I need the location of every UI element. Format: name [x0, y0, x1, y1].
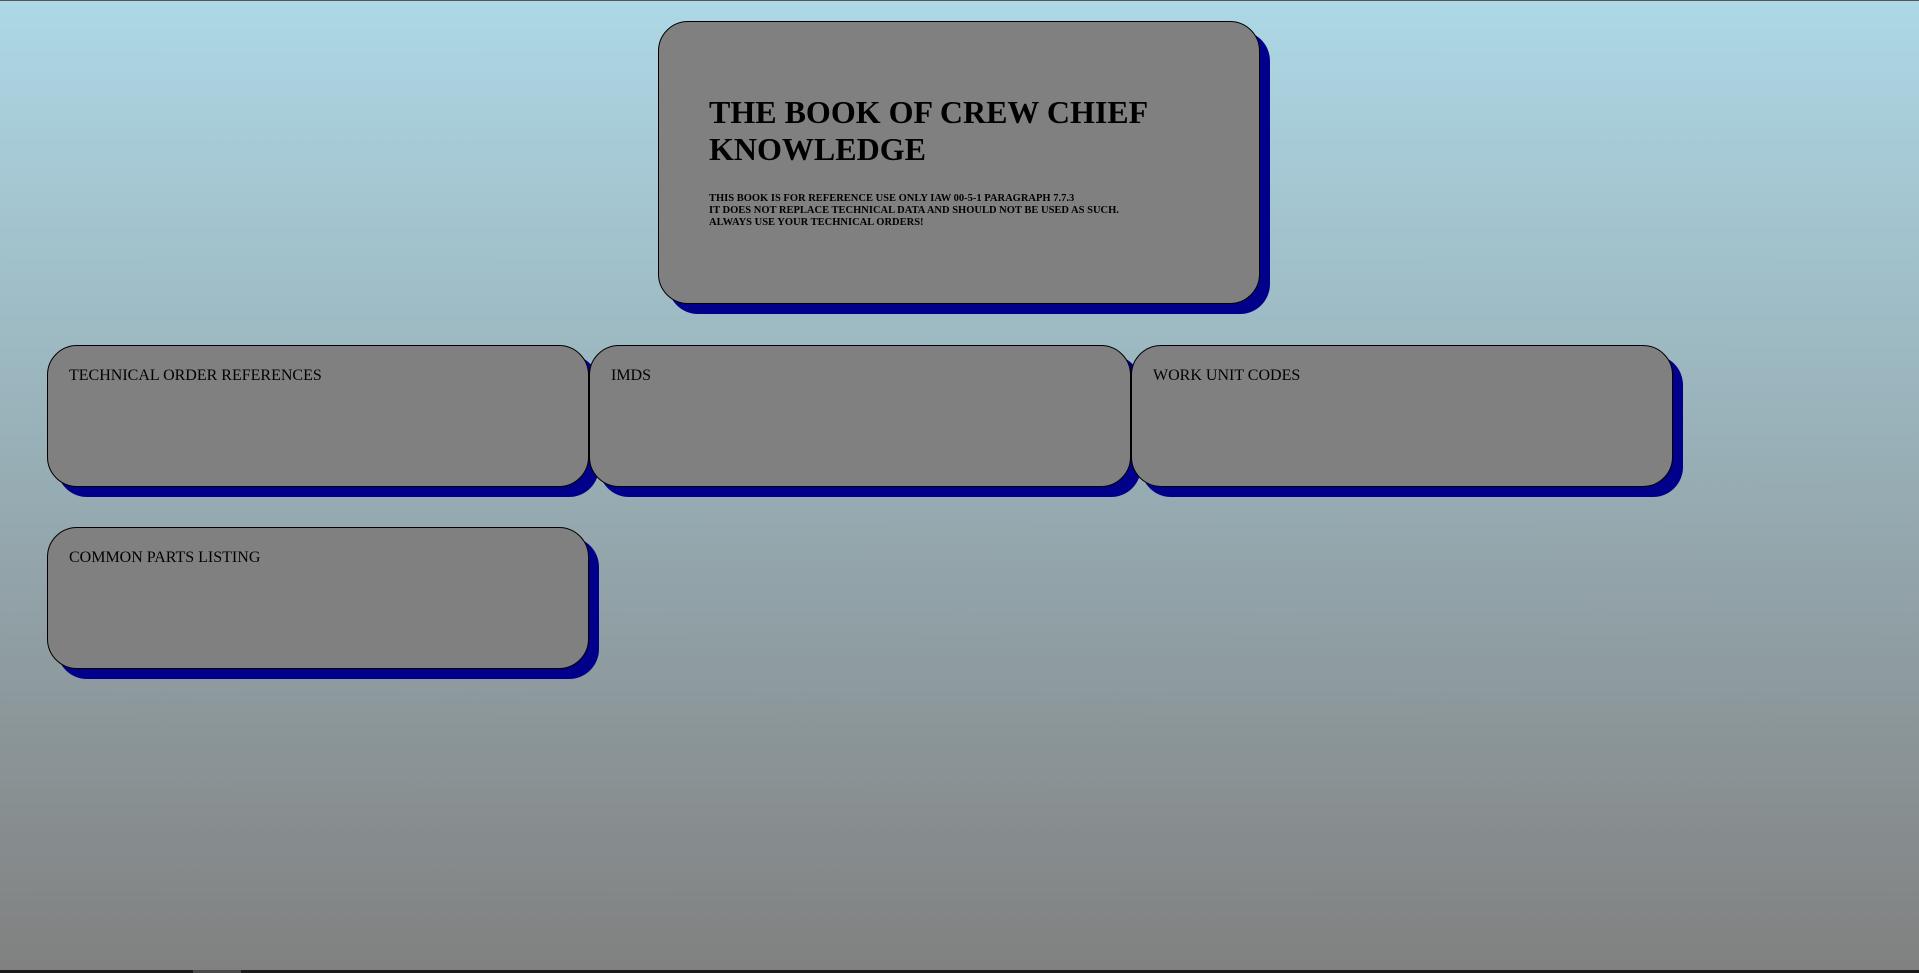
work-unit-codes-label: WORK UNIT CODES	[1153, 367, 1301, 384]
imds-card[interactable]: IMDS	[589, 345, 1131, 487]
disclaimer-line-1: THIS BOOK IS FOR REFERENCE USE ONLY IAW …	[709, 193, 1075, 204]
title-card: THE BOOK OF CREW CHIEF KNOWLEDGE THIS BO…	[658, 21, 1260, 304]
reference-disclaimer: THIS BOOK IS FOR REFERENCE USE ONLY IAW …	[709, 193, 1119, 229]
page-title: THE BOOK OF CREW CHIEF KNOWLEDGE	[709, 94, 1147, 167]
imds-label: IMDS	[611, 367, 652, 384]
disclaimer-line-2: IT DOES NOT REPLACE TECHNICAL DATA AND S…	[709, 205, 1119, 216]
common-parts-listing-card[interactable]: COMMON PARTS LISTING	[47, 527, 589, 669]
common-parts-listing-label: COMMON PARTS LISTING	[69, 549, 261, 566]
technical-order-references-card[interactable]: TECHNICAL ORDER REFERENCES	[47, 345, 589, 487]
work-unit-codes-card[interactable]: WORK UNIT CODES	[1131, 345, 1673, 487]
disclaimer-line-3: ALWAYS USE YOUR TECHNICAL ORDERS!	[709, 217, 924, 228]
technical-order-references-label: TECHNICAL ORDER REFERENCES	[69, 367, 322, 384]
